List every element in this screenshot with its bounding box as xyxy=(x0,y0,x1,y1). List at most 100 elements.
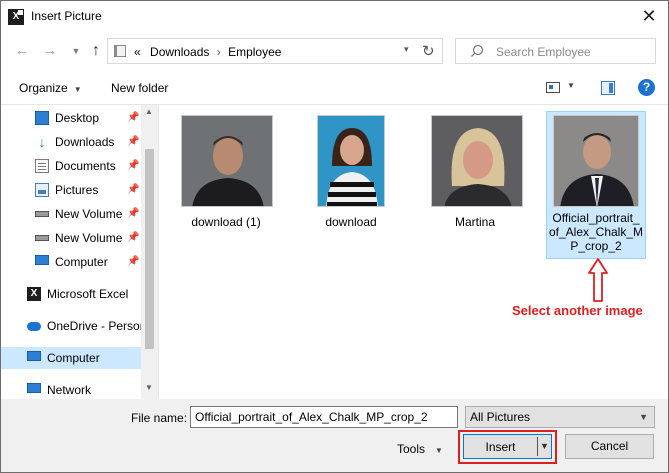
address-row: ← → ▼ ↑ « Downloads › Employee ▾ ↻ Searc… xyxy=(1,32,668,70)
file-list: download (1) download Martina Official_p… xyxy=(160,105,668,400)
portrait-thumbnail-icon xyxy=(318,116,384,206)
close-icon[interactable]: ✕ xyxy=(638,5,660,27)
sidebar-item-label: Documents xyxy=(55,159,116,173)
sidebar-item-label: Microsoft Excel xyxy=(47,287,129,301)
title-bar: X Insert Picture ✕ xyxy=(1,1,668,32)
address-dropdown-icon[interactable]: ▾ xyxy=(404,44,409,55)
drive-icon xyxy=(35,235,49,241)
file-name: Martina xyxy=(454,215,495,229)
desktop-icon xyxy=(35,111,49,125)
pin-icon[interactable]: 📌 xyxy=(127,227,139,249)
tools-button[interactable]: Tools ▼ xyxy=(397,442,443,456)
thumbnail-image xyxy=(181,115,273,207)
tools-label: Tools xyxy=(397,442,426,456)
sidebar-item-label: Network xyxy=(47,383,92,397)
view-dropdown-icon[interactable]: ▼ xyxy=(567,81,575,90)
preview-pane-icon[interactable] xyxy=(601,81,615,95)
file-item-martina[interactable]: Martina xyxy=(425,111,525,241)
chevron-down-icon: ▼ xyxy=(639,412,648,422)
up-arrow-icon[interactable]: ↑ xyxy=(87,42,105,60)
file-item-download[interactable]: download xyxy=(301,111,401,241)
chevron-down-icon[interactable]: ▼ xyxy=(67,42,85,60)
organize-label: Organize xyxy=(19,81,68,95)
pin-icon[interactable]: 📌 xyxy=(127,107,139,129)
portrait-thumbnail-icon xyxy=(432,116,522,206)
documents-icon xyxy=(35,159,49,173)
pin-icon[interactable]: 📌 xyxy=(127,179,139,201)
address-bar[interactable]: « Downloads › Employee ▾ ↻ xyxy=(107,38,443,64)
sidebar-item-label: Downloads xyxy=(55,135,115,149)
file-name-line: Official_portrait_ xyxy=(552,211,640,225)
computer-icon xyxy=(35,255,49,265)
file-name: download xyxy=(325,215,377,229)
help-button[interactable]: ? xyxy=(638,79,655,96)
view-icon[interactable] xyxy=(546,82,560,93)
back-arrow-icon[interactable]: ← xyxy=(13,42,31,60)
scroll-down-icon[interactable]: ▼ xyxy=(145,383,153,392)
search-icon xyxy=(471,44,484,57)
sidebar-item-label: Computer xyxy=(55,255,108,269)
sidebar-item-documents[interactable]: Documents 📌 xyxy=(1,155,141,177)
insert-label: Insert xyxy=(485,440,516,454)
file-item-download-1[interactable]: download (1) xyxy=(176,111,276,241)
thumbnail-image xyxy=(553,115,639,207)
breadcrumb-item-downloads[interactable]: Downloads xyxy=(150,45,209,59)
file-name-line: of_Alex_Chalk_M xyxy=(548,225,644,239)
file-type-value: All Pictures xyxy=(470,410,531,424)
drive-icon xyxy=(35,211,49,217)
excel-icon: X xyxy=(27,287,41,301)
navigation-pane: Desktop 📌 ↓ Downloads 📌 Documents 📌 Pict… xyxy=(1,105,159,400)
file-item-official-portrait[interactable]: Official_portrait_ of_Alex_Chalk_M P_cro… xyxy=(546,111,646,261)
content-area: Desktop 📌 ↓ Downloads 📌 Documents 📌 Pict… xyxy=(1,104,668,400)
file-name: Official_portrait_ of_Alex_Chalk_M P_cro… xyxy=(546,211,646,253)
pin-icon[interactable]: 📌 xyxy=(127,131,139,153)
pictures-icon xyxy=(35,183,49,197)
sidebar-item-onedrive[interactable]: OneDrive - Persor xyxy=(1,315,141,337)
onedrive-icon xyxy=(27,322,41,331)
sidebar-item-label: Computer xyxy=(47,351,100,365)
sidebar-item-desktop[interactable]: Desktop 📌 xyxy=(1,107,141,129)
forward-arrow-icon[interactable]: → xyxy=(41,42,59,60)
sidebar-item-label: New Volume xyxy=(55,231,123,245)
file-name-label: File name: xyxy=(131,411,188,425)
pin-icon[interactable]: 📌 xyxy=(127,203,139,225)
sidebar-item-pictures[interactable]: Pictures 📌 xyxy=(1,179,141,201)
dialog-title: Insert Picture xyxy=(31,9,102,23)
sidebar-item-microsoft-excel[interactable]: X Microsoft Excel xyxy=(1,283,141,305)
breadcrumb-item-employee[interactable]: Employee xyxy=(228,45,281,59)
search-input[interactable]: Search Employee xyxy=(455,38,656,64)
sidebar-item-computer[interactable]: Computer xyxy=(1,347,141,369)
pin-icon[interactable]: 📌 xyxy=(127,251,139,273)
cancel-button[interactable]: Cancel xyxy=(565,434,654,459)
breadcrumb-overflow[interactable]: « xyxy=(134,45,141,59)
computer-icon xyxy=(27,351,41,361)
sidebar-item-label: New Volume xyxy=(55,207,123,221)
sidebar-item-new-volume-2[interactable]: New Volume 📌 xyxy=(1,227,141,249)
sidebar-item-new-volume-1[interactable]: New Volume 📌 xyxy=(1,203,141,225)
new-folder-button[interactable]: New folder xyxy=(111,81,168,95)
download-arrow-icon: ↓ xyxy=(38,134,46,150)
organize-button[interactable]: Organize ▼ xyxy=(19,81,82,95)
insert-options-dropdown-icon[interactable]: ▼ xyxy=(540,441,549,451)
thumbnail-image xyxy=(317,115,385,207)
file-name: download (1) xyxy=(191,215,261,229)
portrait-thumbnail-icon xyxy=(554,116,638,206)
sidebar-item-downloads[interactable]: ↓ Downloads 📌 xyxy=(1,131,141,153)
insert-button[interactable]: Insert ▼ xyxy=(463,434,552,459)
file-type-select[interactable]: All Pictures ▼ xyxy=(465,406,655,428)
pin-icon[interactable]: 📌 xyxy=(127,155,139,177)
scrollbar-thumb[interactable] xyxy=(145,149,154,349)
toolbar: Organize ▼ New folder ▼ ? xyxy=(1,70,668,104)
search-placeholder: Search Employee xyxy=(496,45,591,59)
sidebar-scrollbar[interactable]: ▲ ▼ xyxy=(141,105,158,400)
dialog-footer: File name: Official_portrait_of_Alex_Cha… xyxy=(1,399,668,472)
annotation-label: Select another image xyxy=(512,303,643,318)
portrait-thumbnail-icon xyxy=(182,116,272,206)
scroll-up-icon[interactable]: ▲ xyxy=(145,107,153,116)
sidebar-item-computer-pinned[interactable]: Computer 📌 xyxy=(1,251,141,273)
file-name-field[interactable]: Official_portrait_of_Alex_Chalk_MP_crop_… xyxy=(190,406,458,428)
insert-picture-dialog: X Insert Picture ✕ ← → ▼ ↑ « Downloads ›… xyxy=(0,0,669,473)
breadcrumb: « Downloads › Employee xyxy=(134,45,281,59)
sidebar-item-network[interactable]: Network xyxy=(1,379,141,400)
refresh-icon[interactable]: ↻ xyxy=(422,42,435,60)
